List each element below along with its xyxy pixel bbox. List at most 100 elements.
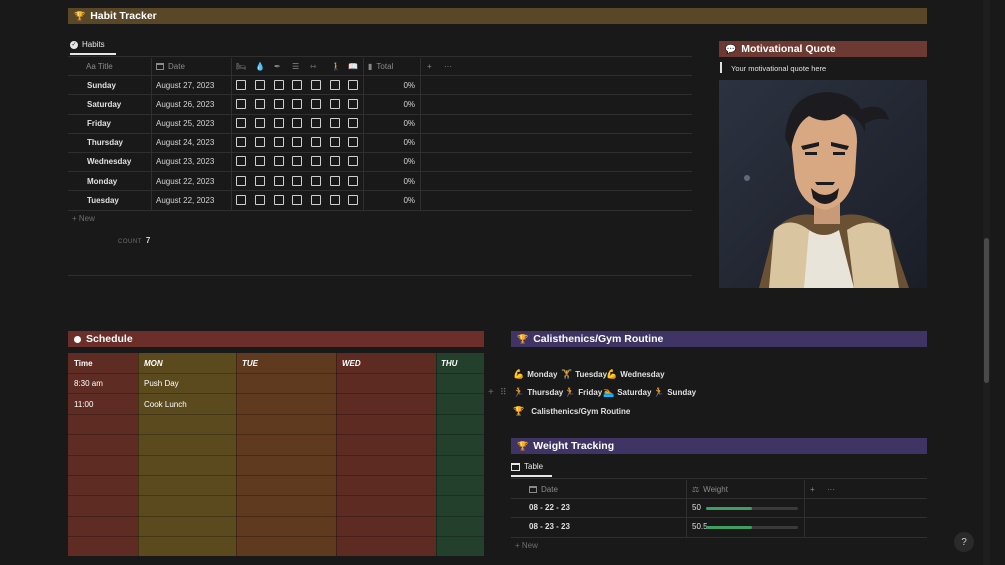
habit-checkbox[interactable] (292, 118, 302, 128)
schedule-time-cell[interactable]: 11:00 (74, 400, 93, 409)
habit-checkbox[interactable] (236, 137, 246, 147)
new-row-button[interactable]: + New (515, 541, 538, 550)
row-title[interactable]: Thursday (87, 138, 123, 147)
row-title[interactable]: Friday (87, 119, 111, 128)
habit-checkbox[interactable] (330, 137, 340, 147)
help-button[interactable]: ? (954, 532, 974, 552)
habit-checkbox[interactable] (255, 99, 265, 109)
habit-checkbox[interactable] (311, 176, 321, 186)
add-column-button[interactable]: + (427, 58, 432, 75)
column-header-date[interactable]: Date (156, 58, 185, 75)
habit-checkbox[interactable] (330, 176, 340, 186)
more-options-button[interactable]: ··· (444, 58, 452, 75)
weight-row-date[interactable]: 08 - 22 - 23 (529, 503, 570, 512)
habit-checkbox[interactable] (311, 99, 321, 109)
habit-checkbox[interactable] (255, 118, 265, 128)
drag-handle-icon[interactable]: ⠿ (500, 387, 507, 398)
habit-checkbox[interactable] (255, 176, 265, 186)
habit-checkbox[interactable] (330, 156, 340, 166)
habit-checkbox[interactable] (292, 195, 302, 205)
habit-checkbox[interactable] (236, 156, 246, 166)
row-total: 0% (403, 81, 415, 90)
row-title[interactable]: Tuesday (87, 196, 119, 205)
column-header-bed[interactable]: 🛏 (236, 58, 246, 75)
habit-checkbox[interactable] (311, 118, 321, 128)
habit-checkbox[interactable] (311, 137, 321, 147)
habit-checkbox[interactable] (274, 156, 284, 166)
row-title[interactable]: Sunday (87, 81, 116, 90)
cal-link-monday[interactable]: 💪 Monday (513, 369, 557, 380)
cal-link-wednesday[interactable]: 💪 Wednesday (606, 369, 665, 380)
habit-checkbox[interactable] (311, 80, 321, 90)
schedule-time-cell[interactable]: 8:30 am (74, 379, 103, 388)
cal-link-tuesday[interactable]: 🏋 Tuesday (561, 369, 607, 380)
tab-habits[interactable]: ✓ Habits (70, 40, 116, 55)
row-title[interactable]: Saturday (87, 100, 121, 109)
habit-checkbox[interactable] (311, 156, 321, 166)
weight-progress-bar (706, 526, 798, 529)
habit-checkbox[interactable] (348, 118, 358, 128)
new-row-button[interactable]: + New (72, 214, 95, 223)
column-header-dumbbell[interactable]: ⇿ (310, 58, 317, 75)
add-column-button[interactable]: + (810, 482, 815, 496)
column-header-walking[interactable]: 🚶 (331, 58, 341, 75)
tab-table[interactable]: Table (511, 462, 552, 477)
cal-link-thursday[interactable]: 🏃 Thursday (513, 387, 563, 398)
habit-checkbox[interactable] (274, 195, 284, 205)
column-header-pen[interactable]: ✒ (274, 58, 281, 75)
quote-text[interactable]: Your motivational quote here (731, 64, 826, 73)
habit-checkbox[interactable] (255, 156, 265, 166)
habit-checkbox[interactable] (348, 176, 358, 186)
cal-routine-link[interactable]: 🏆 Calisthenics/Gym Routine (513, 406, 630, 417)
habit-checkbox[interactable] (330, 99, 340, 109)
column-header-water[interactable]: 💧 (255, 58, 265, 75)
row-title[interactable]: Monday (87, 177, 117, 186)
cal-link-saturday[interactable]: 🏊 Saturday (603, 387, 651, 398)
column-header-date[interactable]: Date (529, 482, 558, 496)
column-header-book[interactable]: 📖 (348, 58, 358, 75)
habit-checkbox[interactable] (348, 80, 358, 90)
habit-checkbox[interactable] (330, 118, 340, 128)
cal-link-friday[interactable]: 🏃 Friday (564, 387, 602, 398)
column-header-checklist[interactable]: ☰ (292, 58, 299, 75)
habit-checkbox[interactable] (311, 195, 321, 205)
habit-checkbox[interactable] (255, 80, 265, 90)
schedule-mon-cell[interactable]: Cook Lunch (144, 400, 187, 409)
habit-checkbox[interactable] (236, 80, 246, 90)
column-header-title[interactable]: Aa Title (86, 58, 113, 75)
habit-checkbox[interactable] (348, 156, 358, 166)
weight-row-date[interactable]: 08 - 23 - 23 (529, 522, 570, 531)
habit-checkbox[interactable] (274, 176, 284, 186)
habit-checkbox[interactable] (274, 80, 284, 90)
habit-checkbox[interactable] (274, 137, 284, 147)
habit-checkbox[interactable] (236, 195, 246, 205)
habit-checkbox[interactable] (292, 137, 302, 147)
habit-checkbox[interactable] (255, 195, 265, 205)
habit-checkbox[interactable] (292, 99, 302, 109)
trophy-icon: 🏆 (517, 333, 529, 344)
habit-checkbox[interactable] (236, 118, 246, 128)
habit-checkbox[interactable] (348, 137, 358, 147)
habit-checkbox[interactable] (236, 99, 246, 109)
page-scrollbar-thumb[interactable] (984, 238, 989, 383)
habit-checkbox[interactable] (292, 80, 302, 90)
count-summary[interactable]: COUNT 7 (118, 236, 151, 245)
habit-checkbox[interactable] (330, 80, 340, 90)
habit-checkbox[interactable] (255, 137, 265, 147)
habit-checkbox[interactable] (348, 99, 358, 109)
habit-checkbox[interactable] (292, 156, 302, 166)
schedule-mon-cell[interactable]: Push Day (144, 379, 179, 388)
more-options-button[interactable]: ··· (827, 482, 835, 496)
habit-checkbox[interactable] (274, 99, 284, 109)
add-block-handle[interactable]: + (488, 387, 494, 398)
habit-checkbox[interactable] (274, 118, 284, 128)
habit-checkbox[interactable] (292, 176, 302, 186)
cal-link-sunday[interactable]: 🏃 Sunday (653, 387, 696, 398)
habit-checkbox[interactable] (330, 195, 340, 205)
col-divider (363, 58, 364, 210)
column-header-total[interactable]: ▮ Total (368, 58, 393, 75)
habit-checkbox[interactable] (236, 176, 246, 186)
column-header-weight[interactable]: ⚖ Weight (692, 482, 728, 496)
row-title[interactable]: Wednesday (87, 157, 131, 166)
habit-checkbox[interactable] (348, 195, 358, 205)
